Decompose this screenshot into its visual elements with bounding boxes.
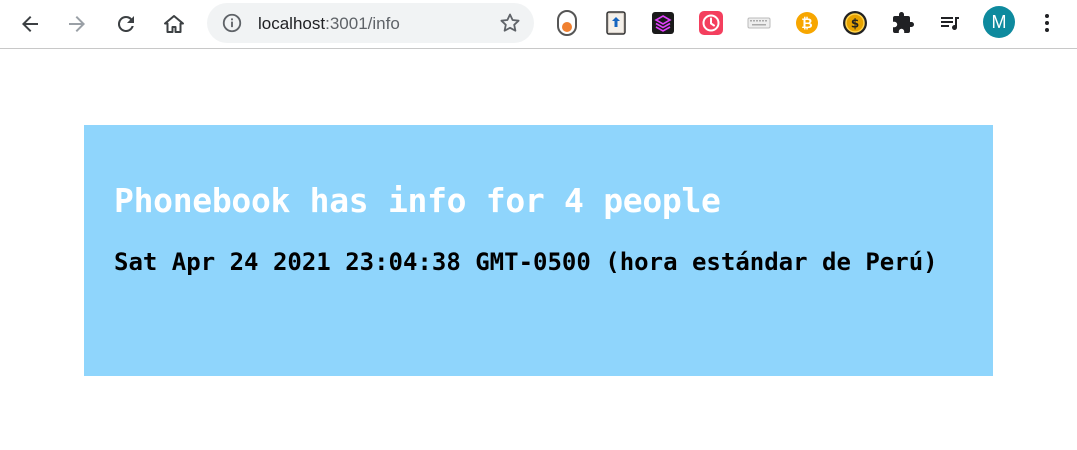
menu-button[interactable] [1033,9,1061,37]
info-icon[interactable] [221,12,243,34]
media-queue-icon [941,17,959,30]
home-button[interactable] [158,8,190,40]
coin-extension-icon: $ [843,11,867,35]
browser-toolbar: localhost:3001/info ₿ $ M [0,0,1077,49]
address-bar[interactable]: localhost:3001/info [207,3,534,43]
bookmark-star-icon[interactable] [498,11,522,35]
keyboard-extension-icon [747,17,771,29]
profile-button[interactable]: M [982,5,1016,39]
url-host: localhost [258,14,326,33]
extensions-button[interactable] [889,9,917,37]
forward-arrow-icon [69,16,85,32]
timestamp: Sat Apr 24 2021 23:04:38 GMT-0500 (hora … [114,248,938,276]
layers-extension-icon [652,12,674,34]
book-upload-extension-icon [606,11,626,35]
bitcoin-extension-button[interactable]: ₿ [793,9,821,37]
back-arrow-icon [22,16,38,32]
page-title: Phonebook has info for 4 people [114,181,721,220]
book-upload-extension-button[interactable] [602,9,630,37]
url-text[interactable]: localhost:3001/info [258,14,400,34]
layers-extension-button[interactable] [649,9,677,37]
info-panel: Phonebook has info for 4 people Sat Apr … [84,125,993,376]
media-controls-button[interactable] [936,9,964,37]
reload-icon [117,15,134,32]
clock-extension-button[interactable] [697,9,725,37]
url-path: :3001/info [325,14,400,33]
page-content: Phonebook has info for 4 people Sat Apr … [0,49,1077,450]
toggle-extension-icon [557,10,577,36]
more-vert-icon [1045,14,1049,32]
forward-button[interactable] [61,8,93,40]
svg-text:₿: ₿ [801,16,812,32]
puzzle-icon [893,12,914,33]
keyboard-extension-button[interactable] [745,9,773,37]
avatar: M [983,6,1015,38]
reload-button[interactable] [110,8,142,40]
home-icon [164,15,184,33]
toggle-extension-button[interactable] [553,9,581,37]
bitcoin-extension-icon: ₿ [796,12,818,34]
clock-extension-icon [699,11,723,35]
coin-extension-button[interactable]: $ [841,9,869,37]
back-button[interactable] [14,8,46,40]
svg-text:$: $ [851,17,859,31]
